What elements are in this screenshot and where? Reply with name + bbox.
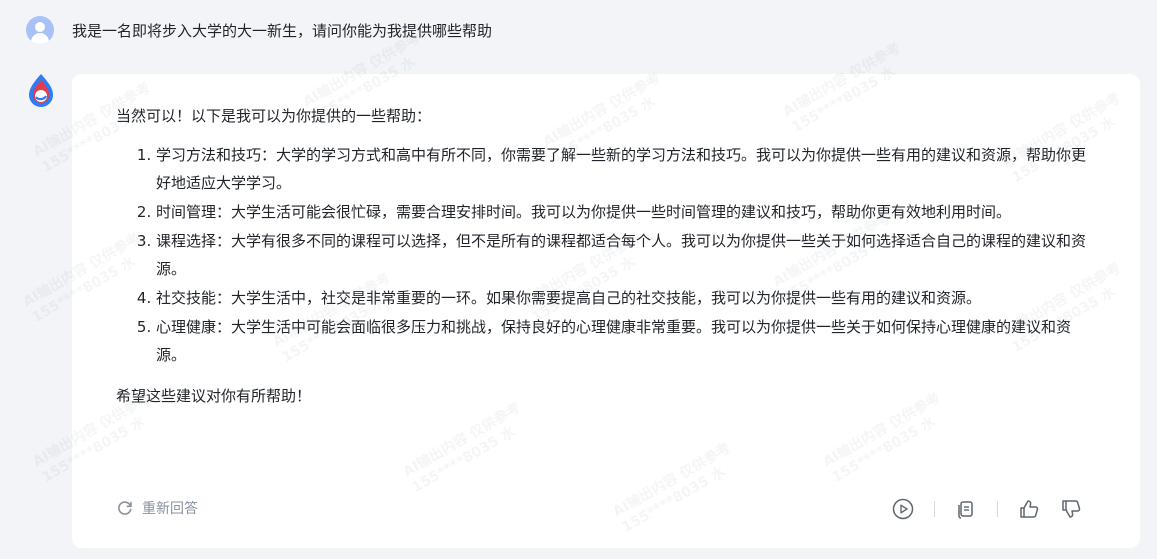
help-list: 学习方法和技巧：大学的学习方式和高中有所不同，你需要了解一些新的学习方法和技巧。… — [116, 141, 1096, 369]
list-item: 课程选择：大学有很多不同的课程可以选择，但不是所有的课程都适合每个人。我可以为你… — [156, 227, 1096, 283]
answer-actions — [892, 498, 1082, 520]
dislike-button[interactable] — [1060, 498, 1082, 520]
play-icon — [892, 498, 914, 520]
list-item: 学习方法和技巧：大学的学习方式和高中有所不同，你需要了解一些新的学习方法和技巧。… — [156, 141, 1096, 197]
answer-footer: 重新回答 — [116, 494, 1140, 524]
like-button[interactable] — [1018, 498, 1040, 520]
copy-button[interactable] — [955, 498, 977, 520]
list-item: 社交技能：大学生活中，社交是非常重要的一环。如果你需要提高自己的社交技能，我可以… — [156, 284, 1096, 312]
regenerate-label: 重新回答 — [142, 501, 198, 517]
regenerate-button[interactable]: 重新回答 — [116, 498, 198, 518]
user-message-row: 我是一名即将步入大学的大一新生，请问你能为我提供哪些帮助 — [26, 16, 492, 44]
thumbs-up-icon — [1020, 500, 1039, 518]
play-button[interactable] — [892, 498, 914, 520]
refresh-icon — [118, 501, 132, 515]
divider — [934, 501, 935, 517]
answer-closing: 希望这些建议对你有所帮助！ — [116, 387, 312, 405]
user-avatar-icon — [26, 16, 54, 44]
answer-card: 当然可以！以下是我可以为你提供的一些帮助： 学习方法和技巧：大学的学习方式和高中… — [72, 74, 1140, 548]
copy-icon — [958, 501, 973, 519]
list-item: 心理健康：大学生活中可能会面临很多压力和挑战，保持良好的心理健康非常重要。我可以… — [156, 313, 1096, 369]
user-question-text: 我是一名即将步入大学的大一新生，请问你能为我提供哪些帮助 — [72, 21, 493, 40]
thumbs-down-icon — [1062, 500, 1081, 518]
list-item: 时间管理：大学生活可能会很忙碌，需要合理安排时间。我可以为你提供一些时间管理的建… — [156, 198, 1096, 226]
bot-logo-icon — [25, 72, 57, 108]
answer-content: 当然可以！以下是我可以为你提供的一些帮助： 学习方法和技巧：大学的学习方式和高中… — [116, 102, 1096, 410]
divider — [997, 501, 998, 517]
answer-intro: 当然可以！以下是我可以为你提供的一些帮助： — [116, 107, 432, 125]
